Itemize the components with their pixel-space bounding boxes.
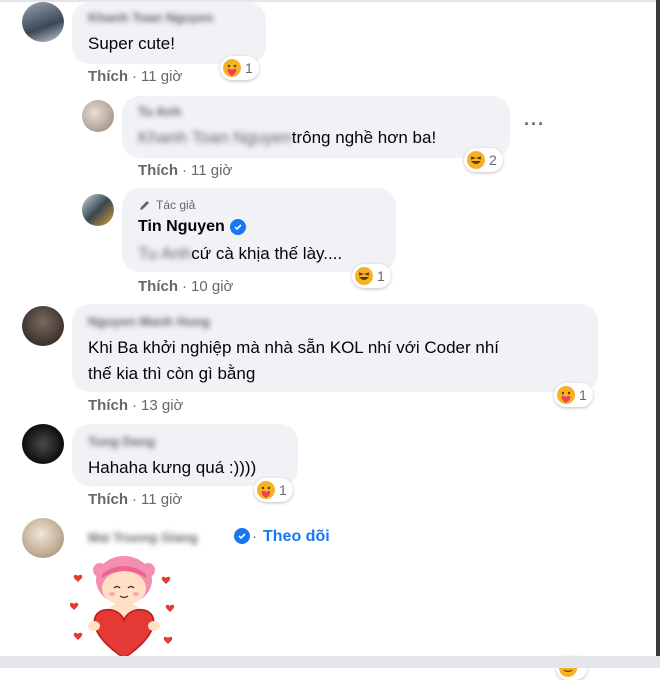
comment-time[interactable]: 11 giờ [141,491,182,508]
verified-icon [229,219,246,235]
reaction-summary[interactable]: 1 [220,56,259,80]
separator: · [132,397,137,414]
pen-icon [140,201,149,210]
like-button[interactable]: Thích [138,162,178,179]
badge-label: Tác giả [156,198,196,212]
comment-author-row: Tin Nguyen [138,218,246,236]
comment-meta: Thích · 11 giờ [88,68,182,85]
reaction-summary[interactable]: 1 [254,478,293,502]
mention-link[interactable]: Tu Anh [138,244,191,263]
heart-icon [163,636,173,644]
heart-icon [70,602,79,610]
comment-author[interactable]: Tung Dang [88,434,155,449]
avatar[interactable] [82,100,114,132]
comment-text-line: Khi Ba khởi nghiệp mà nhà sẵn KOL nhí vớ… [88,338,500,357]
comment-author[interactable]: Tu Anh [138,104,181,119]
reaction-count: 2 [489,152,497,168]
comment-meta: Thích · 11 giờ [88,491,182,508]
reaction-summary[interactable]: 1 [352,264,391,288]
separator: · [182,162,187,179]
comment-text: Super cute! [88,34,175,53]
comment-meta: Thích · 10 giờ [138,278,233,295]
haha-reaction-icon [355,267,373,285]
comment-time[interactable]: 11 giờ [191,162,232,179]
heart-icon [165,604,175,612]
comment-meta: Thích · 13 giờ [88,397,183,414]
reaction-count: 1 [245,60,253,76]
comment-text: Khanh Toan Nguyentrông nghề hơn ba! [138,128,436,148]
author-badge: Tác giả [138,198,195,212]
comment-time[interactable]: 10 giờ [191,278,233,295]
avatar[interactable] [22,2,64,42]
heart-icon [73,632,83,640]
avatar[interactable] [22,424,64,464]
like-button[interactable]: Thích [88,68,128,85]
comment-author[interactable]: Mai Truong Giang [88,530,198,545]
comment-text-body: trông nghề hơn ba! [291,128,437,147]
care-reaction-icon [257,481,275,499]
heart-icon [161,576,171,584]
comment-author[interactable]: Nguyen Manh Hung [88,314,210,329]
comment-author[interactable]: Tin Nguyen [138,218,225,236]
window-edge [656,0,660,668]
reaction-count: 1 [377,268,385,284]
care-reaction-icon [223,59,241,77]
haha-reaction-icon [467,151,485,169]
bottom-divider [0,656,660,668]
like-button[interactable]: Thích [88,491,128,508]
reaction-summary[interactable]: 2 [464,148,503,172]
like-button[interactable]: Thích [88,397,128,414]
heart-hug-sticker[interactable] [70,554,180,662]
separator: · [132,68,137,85]
separator: · [182,278,187,295]
avatar[interactable] [22,518,64,558]
comment-text: Tu Anhcứ cà khịa thế lày.... [138,244,342,264]
reaction-count: 1 [279,482,287,498]
like-button[interactable]: Thích [138,278,178,295]
comment-text-body: cứ cà khịa thế lày.... [191,244,343,263]
follow-button[interactable]: Theo dõi [263,528,330,546]
separator: · [252,528,257,545]
comment-time[interactable]: 13 giờ [141,397,183,414]
separator: · [132,491,137,508]
comment-meta: Thích · 11 giờ [138,162,232,179]
comment-author[interactable]: Khanh Toan Nguyen [88,10,213,25]
verified-icon [234,528,250,544]
avatar[interactable] [22,306,64,346]
comment-time[interactable]: 11 giờ [141,68,182,85]
comment-text-line: thế kia thì còn gì bằng [88,364,256,383]
care-reaction-icon [557,386,575,404]
reaction-count: 1 [579,387,587,403]
avatar[interactable] [82,194,114,226]
heart-icon [73,574,83,582]
more-options-button[interactable]: ··· [524,114,545,135]
comment-text: Hahaha kưng quá :)))) [88,458,257,477]
mention-link[interactable]: Khanh Toan Nguyen [138,128,292,147]
reaction-summary[interactable]: 1 [554,383,593,407]
